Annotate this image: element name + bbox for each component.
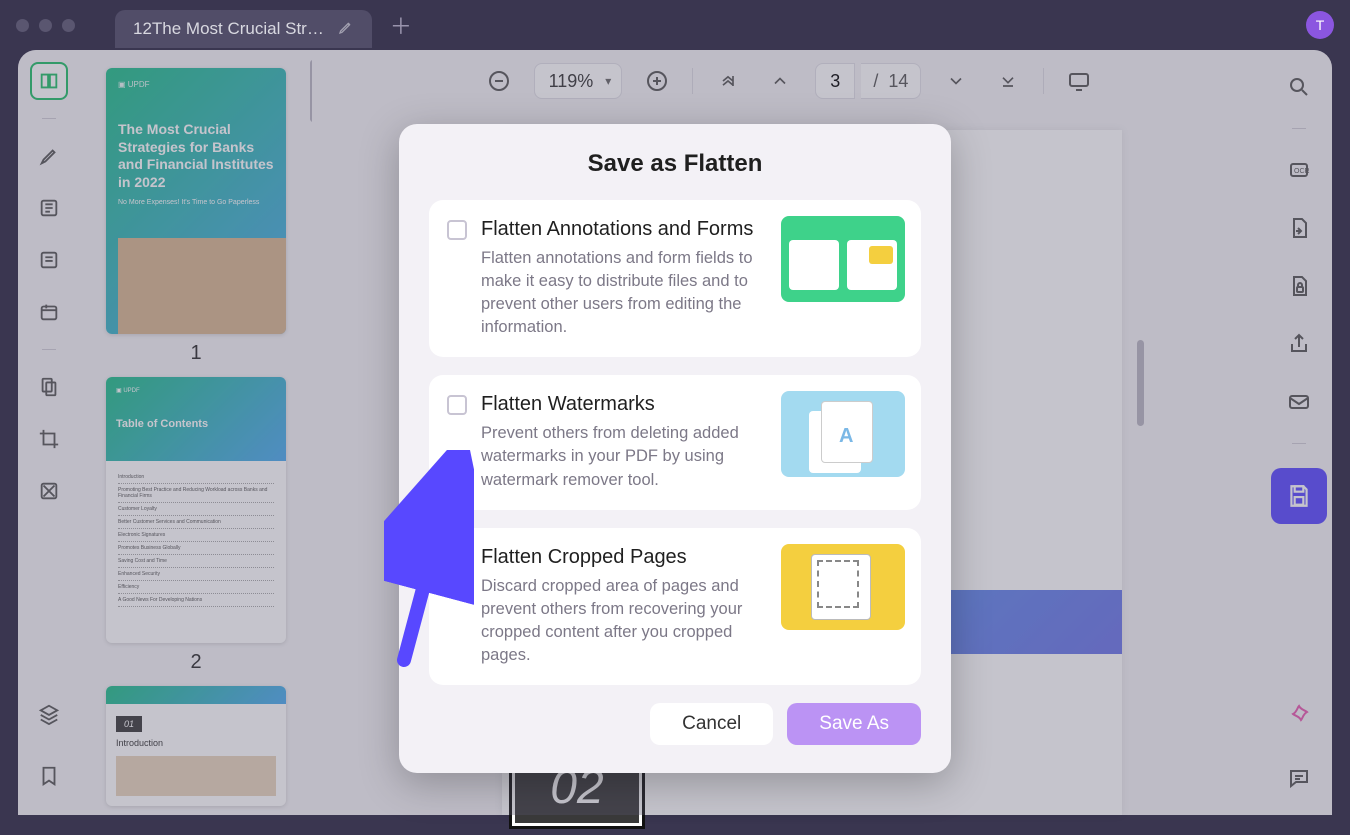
tab-title: 12The Most Crucial Str… <box>133 19 324 39</box>
cancel-button[interactable]: Cancel <box>650 703 773 745</box>
minimize-window[interactable] <box>39 19 52 32</box>
new-tab-button[interactable]: ＋ <box>390 9 412 41</box>
checkbox[interactable] <box>447 220 467 240</box>
option-flatten-watermarks[interactable]: Flatten Watermarks Prevent others from d… <box>429 375 921 509</box>
maximize-window[interactable] <box>62 19 75 32</box>
option-illustration <box>781 216 905 302</box>
titlebar: 12The Most Crucial Str… ＋ T <box>0 0 1350 50</box>
option-illustration: A <box>781 391 905 477</box>
option-illustration <box>781 544 905 630</box>
document-tab[interactable]: 12The Most Crucial Str… <box>115 10 372 48</box>
option-flatten-annotations[interactable]: Flatten Annotations and Forms Flatten an… <box>429 200 921 357</box>
save-flatten-modal: Save as Flatten Flatten Annotations and … <box>399 124 951 773</box>
modal-title: Save as Flatten <box>429 150 921 178</box>
workspace: ▣ UPDF The Most Crucial Strategies for B… <box>18 50 1332 815</box>
rename-icon[interactable] <box>338 19 354 40</box>
checkbox-checked[interactable]: ✓ <box>447 548 467 568</box>
window-controls <box>16 19 75 32</box>
option-flatten-cropped[interactable]: ✓ Flatten Cropped Pages Discard cropped … <box>429 528 921 685</box>
close-window[interactable] <box>16 19 29 32</box>
save-as-button[interactable]: Save As <box>787 703 921 745</box>
user-avatar[interactable]: T <box>1306 11 1334 39</box>
checkbox[interactable] <box>447 395 467 415</box>
